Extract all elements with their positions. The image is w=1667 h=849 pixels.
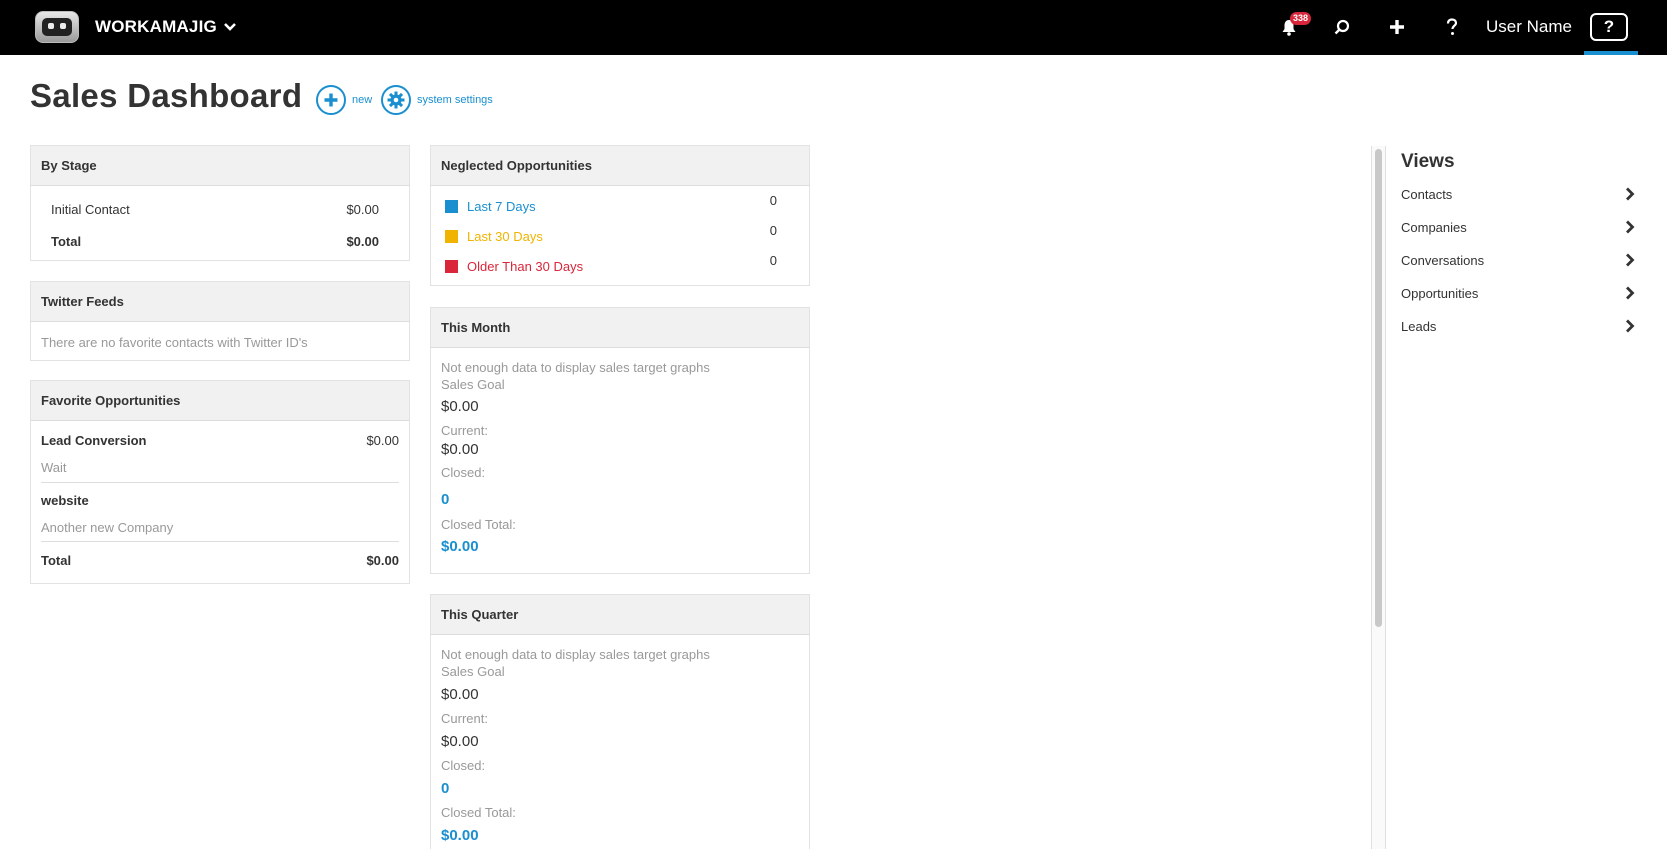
brand-label: WORKAMAJIG [95, 17, 217, 36]
favorite-sub: Wait [41, 460, 67, 475]
view-item-opportunities[interactable]: Opportunities [1401, 282, 1635, 306]
closed-total-value[interactable]: $0.00 [431, 538, 809, 555]
neglected-label: Last 7 Days [467, 199, 536, 214]
closed-label: Closed: [441, 758, 486, 773]
view-item-label: Conversations [1401, 253, 1485, 268]
new-label: new [352, 94, 373, 106]
sales-goal-value: $0.00 [441, 398, 479, 415]
favorite-sub: Another new Company [41, 520, 174, 535]
view-item-leads[interactable]: Leads [1401, 315, 1635, 339]
page-title: Sales Dashboard [30, 77, 303, 114]
chevron-down-icon [224, 23, 236, 31]
neglected-row[interactable]: Last 30 Days 0 [431, 223, 809, 244]
neglected-count: 0 [769, 223, 777, 238]
neglected-row[interactable]: Older Than 30 Days 0 [431, 253, 809, 274]
neglected-count: 0 [769, 253, 777, 268]
favorite-item[interactable]: website [31, 493, 409, 508]
favorite-item[interactable]: Lead Conversion $0.00 [31, 433, 409, 448]
panel-title: Favorite Opportunities [31, 381, 409, 421]
stage-row: Initial Contact $0.00 [31, 202, 409, 217]
new-button[interactable]: new [316, 85, 372, 115]
plus-icon[interactable] [1386, 16, 1408, 38]
views-title: Views [1401, 151, 1455, 172]
current-value: $0.00 [441, 441, 479, 458]
active-indicator [1584, 51, 1638, 55]
chevron-right-icon [1626, 319, 1635, 333]
stage-value: $0.00 [346, 202, 379, 217]
chevron-right-icon [1626, 220, 1635, 234]
question-icon[interactable] [1441, 16, 1463, 38]
robot-logo-icon[interactable] [35, 11, 79, 43]
system-settings-button[interactable]: system settings [381, 85, 493, 115]
no-data-note: Not enough data to display sales target … [441, 360, 710, 375]
legend-square-icon [445, 260, 458, 273]
panel-title: Twitter Feeds [31, 282, 409, 322]
sales-goal-label: Sales Goal [441, 377, 505, 392]
legend-square-icon [445, 230, 458, 243]
total-value: $0.00 [366, 553, 399, 568]
favorite-name: website [41, 493, 89, 508]
chevron-right-icon [1626, 253, 1635, 267]
system-settings-label: system settings [417, 94, 493, 106]
favorite-value: $0.00 [366, 433, 399, 448]
current-label: Current: [441, 711, 488, 726]
view-item-companies[interactable]: Companies [1401, 216, 1635, 240]
total-label: Total [51, 234, 82, 249]
neglected-label: Last 30 Days [467, 229, 543, 244]
view-item-label: Leads [1401, 319, 1437, 334]
favorite-opportunities-panel: Favorite Opportunities Lead Conversion $… [30, 380, 410, 584]
view-item-label: Opportunities [1401, 286, 1479, 301]
help-box-icon[interactable]: ? [1590, 13, 1628, 41]
notification-count-badge: 338 [1290, 12, 1312, 25]
closed-label: Closed: [441, 465, 486, 480]
chevron-right-icon [1626, 187, 1635, 201]
stage-label: Initial Contact [51, 202, 130, 217]
stage-total-row: Total $0.00 [31, 234, 409, 249]
brand-menu[interactable]: WORKAMAJIG [95, 17, 237, 37]
twitter-feeds-panel: Twitter Feeds There are no favorite cont… [30, 281, 410, 361]
view-item-label: Companies [1401, 220, 1467, 235]
current-value: $0.00 [441, 733, 479, 750]
chevron-right-icon [1626, 286, 1635, 300]
this-quarter-panel: This Quarter Not enough data to display … [430, 594, 810, 849]
favorites-total-row: Total $0.00 [31, 553, 409, 568]
scrollbar-thumb[interactable] [1375, 149, 1382, 627]
twitter-empty-text: There are no favorite contacts with Twit… [41, 335, 308, 350]
panel-title: By Stage [31, 146, 409, 186]
total-label: Total [41, 553, 72, 568]
closed-total-label: Closed Total: [441, 805, 516, 820]
vertical-scrollbar[interactable] [1371, 146, 1386, 849]
neglected-opportunities-panel: Neglected Opportunities Last 7 Days 0 La… [430, 145, 810, 286]
closed-value[interactable]: 0 [431, 491, 809, 508]
user-name-menu[interactable]: User Name [1486, 17, 1572, 37]
legend-square-icon [445, 200, 458, 213]
neglected-label: Older Than 30 Days [467, 259, 584, 274]
panel-title: This Month [431, 308, 809, 348]
closed-total-value[interactable]: $0.00 [431, 827, 809, 844]
view-item-conversations[interactable]: Conversations [1401, 249, 1635, 273]
sales-goal-label: Sales Goal [441, 664, 505, 679]
sales-goal-value: $0.00 [441, 686, 479, 703]
by-stage-panel: By Stage Initial Contact $0.00 Total $0.… [30, 145, 410, 261]
neglected-row[interactable]: Last 7 Days 0 [431, 193, 809, 214]
neglected-count: 0 [769, 193, 777, 208]
divider [41, 482, 399, 483]
view-item-label: Contacts [1401, 187, 1453, 202]
gear-circle-icon [381, 85, 411, 115]
closed-total-label: Closed Total: [441, 517, 516, 532]
search-icon[interactable] [1331, 16, 1353, 38]
closed-value[interactable]: 0 [431, 780, 809, 797]
panel-title: This Quarter [431, 595, 809, 635]
top-bar: WORKAMAJIG 338 User Name ? [0, 0, 1667, 55]
plus-circle-icon [316, 85, 346, 115]
view-item-contacts[interactable]: Contacts [1401, 183, 1635, 207]
divider [41, 541, 399, 542]
this-month-panel: This Month Not enough data to display sa… [430, 307, 810, 574]
current-label: Current: [441, 423, 488, 438]
total-value: $0.00 [346, 234, 379, 249]
panel-title: Neglected Opportunities [431, 146, 809, 186]
favorite-name: Lead Conversion [41, 433, 147, 448]
no-data-note: Not enough data to display sales target … [441, 647, 710, 662]
